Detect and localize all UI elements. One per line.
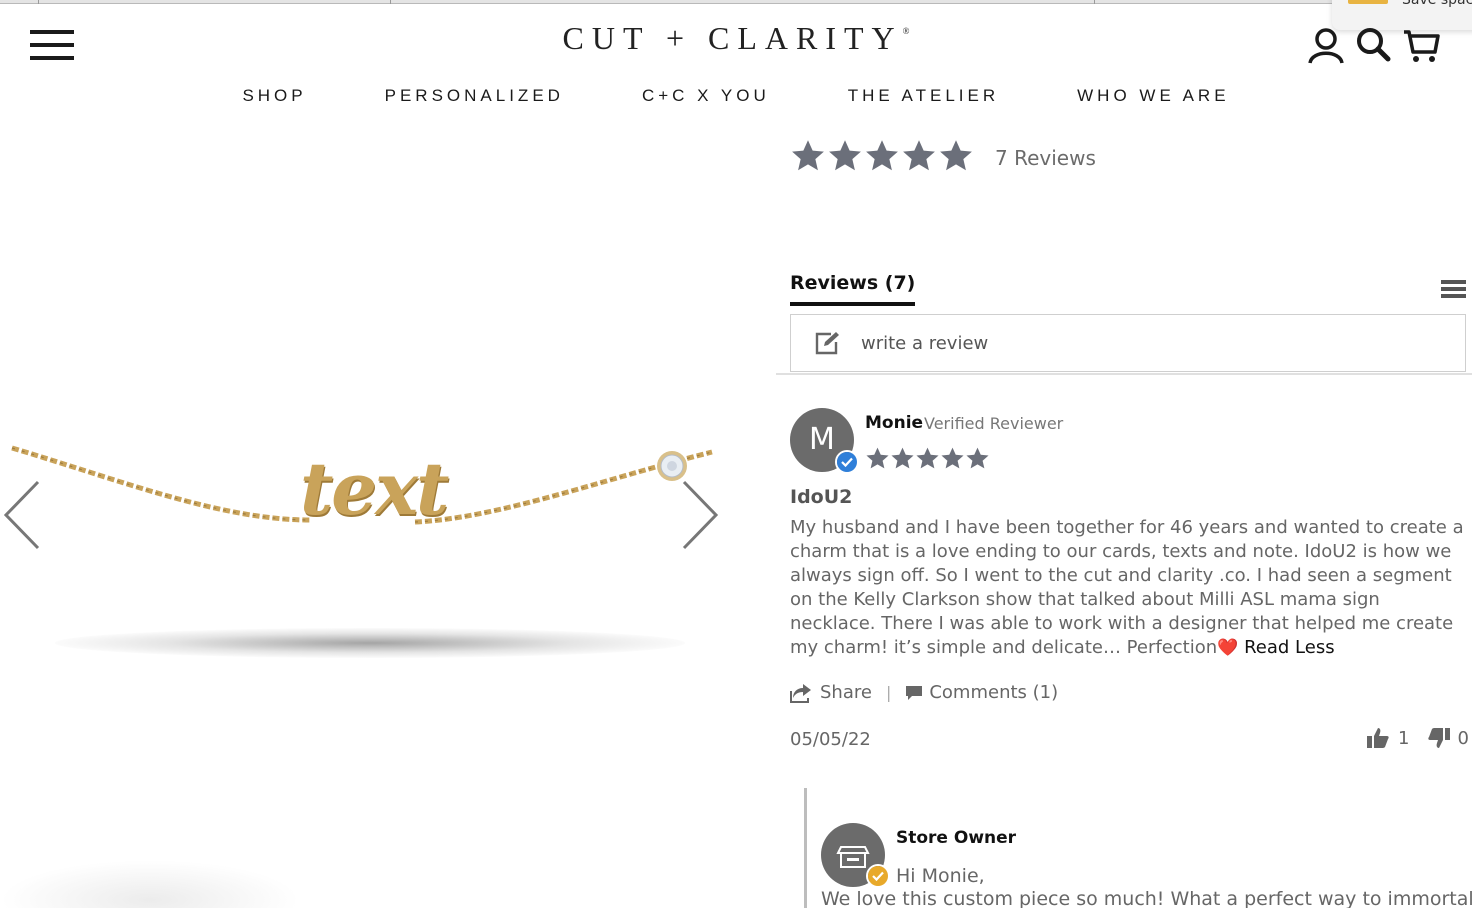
owner-badge-icon [866, 864, 890, 888]
upvote-count: 1 [1398, 727, 1410, 749]
reply-indent-bar [804, 788, 807, 908]
star-icon [915, 446, 940, 475]
tab-divider [1094, 0, 1095, 4]
search-icon[interactable] [1354, 26, 1394, 66]
reviewer-name: Monie [865, 413, 924, 433]
cart-icon[interactable] [1402, 26, 1442, 66]
verified-reviewer-label: Verified Reviewer [924, 414, 1064, 433]
star-icon [965, 446, 990, 475]
popup-text: Save spac [1402, 0, 1472, 8]
share-button[interactable]: Share [790, 682, 872, 703]
account-icon[interactable] [1306, 26, 1346, 66]
comment-icon [905, 685, 923, 701]
reply-body: We love this custom piece so much! What … [821, 888, 1472, 908]
comments-button[interactable]: Comments (1) [905, 682, 1058, 703]
next-image-button[interactable] [680, 480, 720, 554]
star-icon [890, 446, 915, 475]
review-title: IdoU2 [790, 486, 853, 508]
product-image: text [0, 0, 776, 908]
review-text: My husband and I have been together for … [790, 517, 1464, 658]
reviews-count-link[interactable]: 7 Reviews [995, 146, 1096, 170]
star-icon [865, 446, 890, 475]
action-separator: | [885, 683, 892, 702]
reply-greeting: Hi Monie, [896, 865, 985, 887]
review-date: 05/05/22 [790, 729, 871, 750]
thumbs-down-icon [1427, 727, 1451, 749]
store-owner-name: Store Owner [896, 828, 1017, 848]
reviews-menu-icon[interactable] [1441, 280, 1466, 298]
prev-image-button[interactable] [3, 480, 44, 554]
heart-emoji-icon: ❤️ [1217, 638, 1239, 658]
verified-badge-icon [835, 450, 859, 474]
thumbs-up-icon [1366, 727, 1390, 749]
star-icon [938, 138, 974, 178]
edit-icon [815, 331, 841, 355]
nav-who-we-are[interactable]: WHO WE ARE [1077, 86, 1229, 106]
write-review-button[interactable]: write a review [790, 314, 1466, 372]
star-icon [790, 138, 826, 178]
verified-badge-fill [837, 452, 857, 472]
review-body: My husband and I have been together for … [790, 516, 1466, 660]
review-stars [865, 446, 990, 475]
comments-label: Comments (1) [929, 682, 1059, 703]
star-icon [901, 138, 937, 178]
star-icon [864, 138, 900, 178]
star-icon [940, 446, 965, 475]
downvote-count: 0 [1457, 727, 1469, 749]
star-icon [827, 138, 863, 178]
write-review-label: write a review [861, 333, 989, 354]
share-label: Share [820, 682, 872, 703]
nav-the-atelier[interactable]: THE ATELIER [848, 86, 999, 106]
review-votes: 1 0 [1366, 727, 1469, 749]
tab-reviews[interactable]: Reviews (7) [790, 272, 916, 306]
downvote-button[interactable]: 0 [1427, 727, 1469, 749]
registered-mark: ® [902, 26, 910, 36]
rating-summary: 7 Reviews [790, 138, 1096, 178]
upvote-button[interactable]: 1 [1366, 727, 1409, 749]
review-actions: Share | Comments (1) [790, 682, 1058, 703]
share-icon [790, 683, 812, 703]
product-shadow [55, 628, 685, 658]
engraving-script: text [300, 446, 449, 531]
owner-badge-fill [868, 866, 888, 886]
popup-icon [1348, 0, 1388, 4]
read-less-link[interactable]: Read Less [1244, 637, 1335, 658]
divider [776, 373, 1472, 375]
